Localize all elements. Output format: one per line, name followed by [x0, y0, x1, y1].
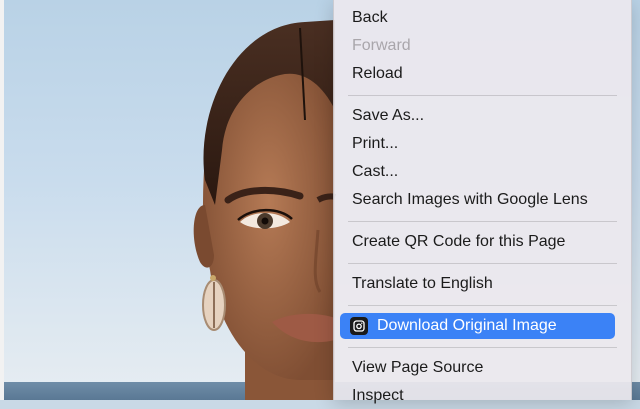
menu-item-label: Reload	[352, 65, 403, 82]
menu-item-cast[interactable]: Cast...	[340, 159, 615, 185]
menu-item-label: Inspect	[352, 387, 404, 404]
menu-item-save-as[interactable]: Save As...	[340, 103, 615, 129]
menu-item-forward: Forward	[340, 33, 615, 59]
menu-item-label: Save As...	[352, 107, 425, 124]
menu-separator	[348, 305, 617, 306]
menu-separator	[348, 95, 617, 96]
menu-item-inspect[interactable]: Inspect	[340, 383, 615, 409]
menu-item-label: Download Original Image	[377, 317, 557, 334]
menu-item-print[interactable]: Print...	[340, 131, 615, 157]
menu-item-label: Forward	[352, 37, 411, 54]
menu-item-view-page-source[interactable]: View Page Source	[340, 355, 615, 381]
menu-item-label: Print...	[352, 135, 399, 152]
window-edge	[0, 0, 4, 400]
menu-item-label: Translate to English	[352, 275, 493, 292]
menu-separator	[348, 221, 617, 222]
menu-item-reload[interactable]: Reload	[340, 61, 615, 87]
camera-extension-icon	[350, 317, 368, 335]
menu-item-label: View Page Source	[352, 359, 484, 376]
menu-item-label: Search Images with Google Lens	[352, 191, 588, 208]
menu-separator	[348, 263, 617, 264]
menu-item-download-original-image[interactable]: Download Original Image	[340, 313, 615, 339]
menu-item-label: Create QR Code for this Page	[352, 233, 566, 250]
menu-item-label: Back	[352, 9, 388, 26]
context-menu: Back Forward Reload Save As... Print... …	[333, 0, 632, 404]
menu-item-label: Cast...	[352, 163, 399, 180]
menu-separator	[348, 347, 617, 348]
menu-item-translate[interactable]: Translate to English	[340, 271, 615, 297]
menu-item-create-qr-code[interactable]: Create QR Code for this Page	[340, 229, 615, 255]
menu-item-search-google-lens[interactable]: Search Images with Google Lens	[340, 187, 615, 213]
menu-item-back[interactable]: Back	[340, 5, 615, 31]
